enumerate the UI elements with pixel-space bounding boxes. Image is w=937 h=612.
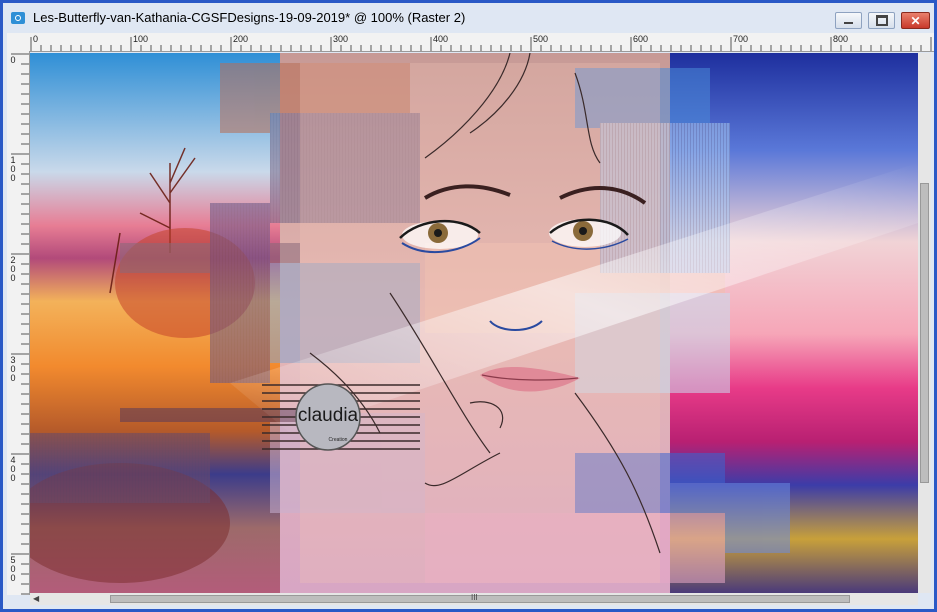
close-button[interactable]: ✕ bbox=[901, 12, 930, 29]
minimize-button[interactable] bbox=[835, 12, 862, 29]
horizontal-scroll-thumb[interactable]: III bbox=[110, 593, 850, 603]
window-title: Les-Butterfly-van-Kathania-CGSFDesigns-1… bbox=[33, 10, 466, 25]
horizontal-scrollbar[interactable]: ◀ III bbox=[30, 593, 918, 605]
image-window: Les-Butterfly-van-Kathania-CGSFDesigns-1… bbox=[0, 0, 937, 612]
ruler-label: 4 0 0 bbox=[10, 455, 16, 483]
ruler-label: 2 0 0 bbox=[10, 255, 16, 283]
ruler-label: 0 bbox=[10, 55, 16, 65]
maximize-button[interactable] bbox=[868, 12, 895, 29]
paint-app-icon bbox=[11, 12, 25, 24]
ruler-label: 0 bbox=[33, 34, 39, 44]
image-canvas[interactable]: claudia Creation bbox=[30, 53, 918, 593]
ruler-label: 200 bbox=[233, 34, 249, 44]
horizontal-ruler-ticks bbox=[30, 37, 932, 51]
minimize-icon bbox=[844, 22, 853, 24]
watermark-text: claudia bbox=[298, 405, 359, 426]
ruler-label: 5 0 0 bbox=[10, 555, 16, 583]
ruler-label: 3 0 0 bbox=[10, 355, 16, 383]
ruler-corner bbox=[7, 33, 29, 52]
ruler-label: 800 bbox=[833, 34, 849, 44]
scroll-left-icon[interactable]: ◀ bbox=[33, 594, 39, 603]
close-icon: ✕ bbox=[910, 13, 921, 28]
vertical-ruler-ticks bbox=[11, 53, 29, 595]
ruler-label: 600 bbox=[633, 34, 649, 44]
horizontal-ruler[interactable]: 0 100 200 300 400 500 600 700 800 bbox=[29, 33, 934, 52]
ruler-label: 400 bbox=[433, 34, 449, 44]
vertical-ruler[interactable]: 0 1 0 0 2 0 0 3 0 0 4 0 0 5 0 0 bbox=[7, 52, 30, 595]
ruler-label: 100 bbox=[133, 34, 149, 44]
artwork-image: claudia Creation bbox=[30, 53, 918, 593]
vertical-scrollbar[interactable] bbox=[918, 53, 931, 593]
watermark-subtext: Creation bbox=[329, 437, 348, 443]
scroll-grip: III bbox=[471, 593, 478, 602]
ruler-label: 500 bbox=[533, 34, 549, 44]
title-bar[interactable]: Les-Butterfly-van-Kathania-CGSFDesigns-1… bbox=[3, 3, 934, 33]
maximize-icon bbox=[875, 15, 888, 26]
ruler-label: 700 bbox=[733, 34, 749, 44]
vertical-scroll-thumb[interactable] bbox=[920, 183, 929, 483]
ruler-label: 300 bbox=[333, 34, 349, 44]
ruler-label: 1 0 0 bbox=[10, 155, 16, 183]
